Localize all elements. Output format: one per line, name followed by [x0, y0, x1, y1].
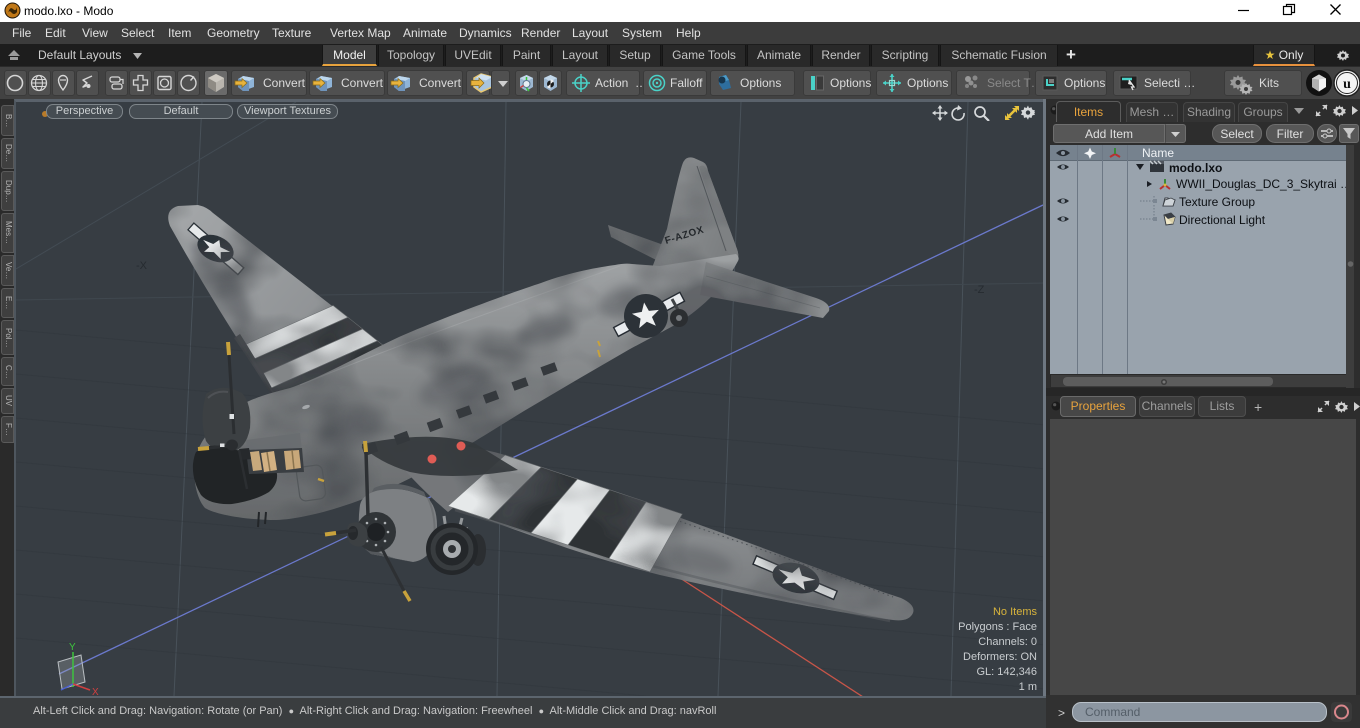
svg-text:X: X: [92, 687, 99, 696]
svg-text:Name: Name: [1142, 146, 1174, 160]
svg-text:WWII_Douglas_DC_3_Skytrai …: WWII_Douglas_DC_3_Skytrai …: [1176, 177, 1352, 191]
svg-text:Texture Group: Texture Group: [1179, 195, 1255, 209]
svg-text:u: u: [1343, 77, 1351, 92]
svg-text:Directional Light: Directional Light: [1179, 213, 1266, 227]
svg-text:modo.lxo: modo.lxo: [1169, 161, 1222, 175]
svg-text:Y: Y: [69, 642, 76, 653]
